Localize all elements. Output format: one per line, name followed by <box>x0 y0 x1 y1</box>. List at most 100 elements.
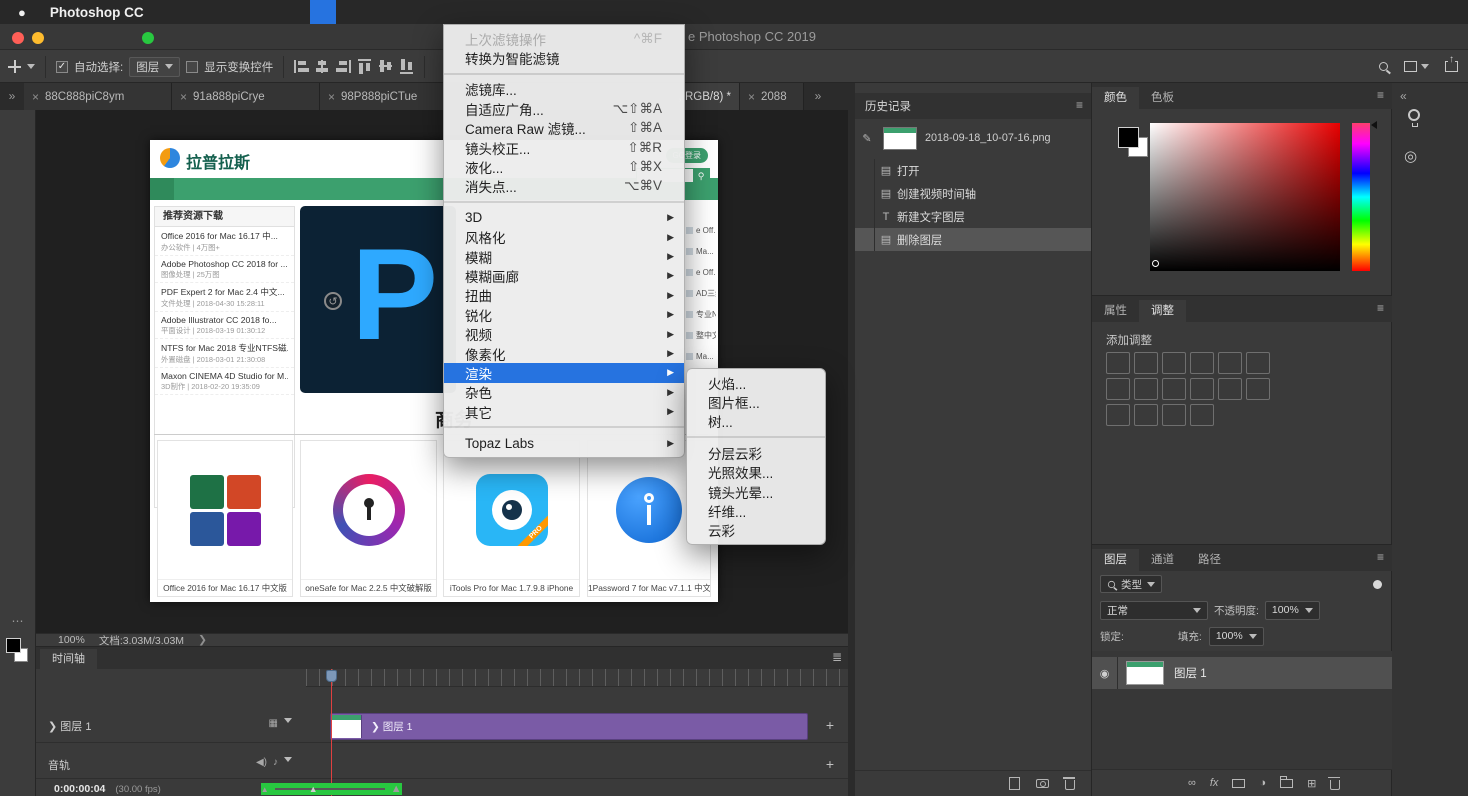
foreground-color-swatch[interactable] <box>6 638 21 653</box>
close-tab-icon[interactable]: × <box>328 90 335 104</box>
close-window-icon[interactable] <box>12 32 24 44</box>
minimize-window-icon[interactable] <box>32 32 44 44</box>
invert-icon[interactable] <box>1246 378 1270 400</box>
menubar-item[interactable] <box>388 0 414 24</box>
render-submenu-item[interactable]: 火焰... <box>687 373 825 392</box>
opacity-dropdown[interactable]: 100% <box>1265 601 1320 620</box>
filter-menu-item[interactable]: 像素化 ▶ <box>444 344 684 363</box>
close-tab-icon[interactable]: × <box>180 90 187 104</box>
clone-stamp-tool[interactable] <box>0 310 36 335</box>
history-brush-source-icon[interactable]: ✎ <box>859 132 875 145</box>
render-submenu-item[interactable]: 光照效果... <box>687 463 825 482</box>
blend-mode-dropdown[interactable]: 正常 <box>1100 601 1208 620</box>
menubar-item[interactable] <box>154 0 180 24</box>
close-tab-icon[interactable]: × <box>748 90 755 104</box>
zoom-tool[interactable] <box>0 585 36 610</box>
filter-menu-item[interactable]: 滤镜库... <box>444 80 684 99</box>
eyedropper-tool[interactable] <box>0 235 36 260</box>
render-submenu-item[interactable]: 云彩 <box>687 521 825 540</box>
panel-menu-icon[interactable]: ≡ <box>1076 98 1083 112</box>
history-state-row[interactable]: ▤ 打开 <box>855 159 1091 182</box>
filter-menu-item[interactable]: 镜头校正... ⇧⌘R <box>444 138 684 157</box>
create-snapshot-icon[interactable] <box>1036 779 1049 788</box>
menubar-item[interactable] <box>284 0 310 24</box>
panel-menu-icon[interactable]: ≡ <box>1377 301 1384 315</box>
tab-overflow-right-icon[interactable]: » <box>808 83 828 110</box>
type-tool[interactable] <box>0 485 36 510</box>
blur-tool[interactable] <box>0 410 36 435</box>
filter-menu-item[interactable]: 3D ▶ <box>444 208 684 227</box>
app-menu-title[interactable]: Photoshop CC <box>40 5 154 20</box>
layer-name[interactable]: 图层 1 <box>1174 665 1207 681</box>
quick-selection-tool[interactable] <box>0 185 36 210</box>
add-layer-mask-icon[interactable] <box>1232 779 1245 788</box>
color-lookup-icon[interactable] <box>1218 378 1242 400</box>
path-selection-tool[interactable] <box>0 510 36 535</box>
fill-dropdown[interactable]: 100% <box>1209 627 1264 646</box>
channel-mixer-icon[interactable] <box>1190 378 1214 400</box>
move-tool[interactable] <box>0 110 36 135</box>
status-chevron-icon[interactable]: ❯ <box>198 634 207 646</box>
tab-layers[interactable]: 图层 <box>1092 549 1139 571</box>
menubar-item[interactable] <box>206 0 232 24</box>
crop-tool[interactable] <box>0 210 36 235</box>
tab-adjustments[interactable]: 调整 <box>1139 300 1186 322</box>
brightness-contrast-icon[interactable] <box>1106 352 1130 374</box>
playhead-handle[interactable] <box>326 670 337 682</box>
color-balance-icon[interactable] <box>1106 378 1130 400</box>
new-document-from-state-icon[interactable] <box>1009 777 1020 790</box>
layer-visibility-eye-icon[interactable]: ◉ <box>1092 657 1118 689</box>
tab-swatches[interactable]: 色板 <box>1139 87 1186 109</box>
brush-tool[interactable] <box>0 285 36 310</box>
filter-kind-dropdown[interactable]: 类型 <box>1100 575 1162 593</box>
align-right-icon[interactable] <box>336 60 351 73</box>
menubar-item[interactable] <box>336 0 362 24</box>
menubar-item[interactable] <box>180 0 206 24</box>
align-bottom-icon[interactable] <box>400 59 413 74</box>
link-layers-icon[interactable]: ∞ <box>1188 777 1196 789</box>
delete-state-icon[interactable] <box>1065 780 1075 790</box>
document-tab[interactable]: × 91a888piCrye <box>172 83 320 110</box>
tab-channels[interactable]: 通道 <box>1139 549 1186 571</box>
auto-select-target-dropdown[interactable]: 图层 <box>129 57 180 77</box>
filter-menu-item[interactable]: 模糊 ▶ <box>444 247 684 266</box>
filter-menu-item[interactable] <box>444 201 684 203</box>
history-state-row[interactable]: T 新建文字图层 <box>855 205 1091 228</box>
auto-select-checkbox[interactable]: ✓ <box>56 61 68 73</box>
timeline-zoom-control[interactable]: ▲ ▲ ▲ <box>261 783 402 795</box>
foreground-color-swatch[interactable] <box>1118 127 1139 148</box>
tab-paths[interactable]: 路径 <box>1186 549 1233 571</box>
menubar-item[interactable] <box>232 0 258 24</box>
render-submenu-item[interactable]: 纤维... <box>687 501 825 520</box>
panel-menu-icon[interactable]: ≡ <box>1377 550 1384 564</box>
panel-divider[interactable] <box>848 83 855 796</box>
apple-icon[interactable]: ● <box>0 5 40 20</box>
zoom-slider-thumb[interactable]: ▲ <box>309 784 318 794</box>
marquee-tool[interactable] <box>0 135 36 160</box>
panel-menu-icon[interactable]: ≡ <box>1377 88 1384 102</box>
workspace-switcher[interactable] <box>1404 61 1429 72</box>
quick-mask-icon[interactable] <box>0 670 36 692</box>
new-group-icon[interactable] <box>1280 779 1293 788</box>
filter-menu-item[interactable]: 视频 ▶ <box>444 324 684 343</box>
history-state-row[interactable]: ▤ 创建视频时间轴 <box>855 182 1091 205</box>
tab-history[interactable]: 历史记录 <box>865 98 911 114</box>
menubar-item[interactable] <box>414 0 440 24</box>
render-submenu-item[interactable] <box>687 436 825 438</box>
black-white-icon[interactable] <box>1134 378 1158 400</box>
shape-tool[interactable] <box>0 535 36 560</box>
layer-thumbnail[interactable] <box>1126 661 1164 685</box>
grid-mode-icon[interactable] <box>0 714 36 736</box>
hue-cursor-icon[interactable] <box>1371 121 1377 129</box>
layer-row[interactable]: ◉ 图层 1 <box>1092 657 1392 689</box>
gradient-tool[interactable] <box>0 385 36 410</box>
tab-color[interactable]: 颜色 <box>1092 87 1139 109</box>
filter-on-off-toggle[interactable] <box>1373 580 1382 589</box>
posterize-icon[interactable] <box>1106 404 1130 426</box>
learn-panel-icon[interactable] <box>1408 109 1420 121</box>
history-source-well[interactable] <box>855 159 875 182</box>
align-center-h-icon[interactable] <box>315 60 330 73</box>
history-source-well[interactable] <box>855 182 875 205</box>
search-icon[interactable] <box>1379 62 1388 71</box>
filter-menu-item[interactable]: 自适应广角... ⌥⇧⌘A <box>444 99 684 118</box>
